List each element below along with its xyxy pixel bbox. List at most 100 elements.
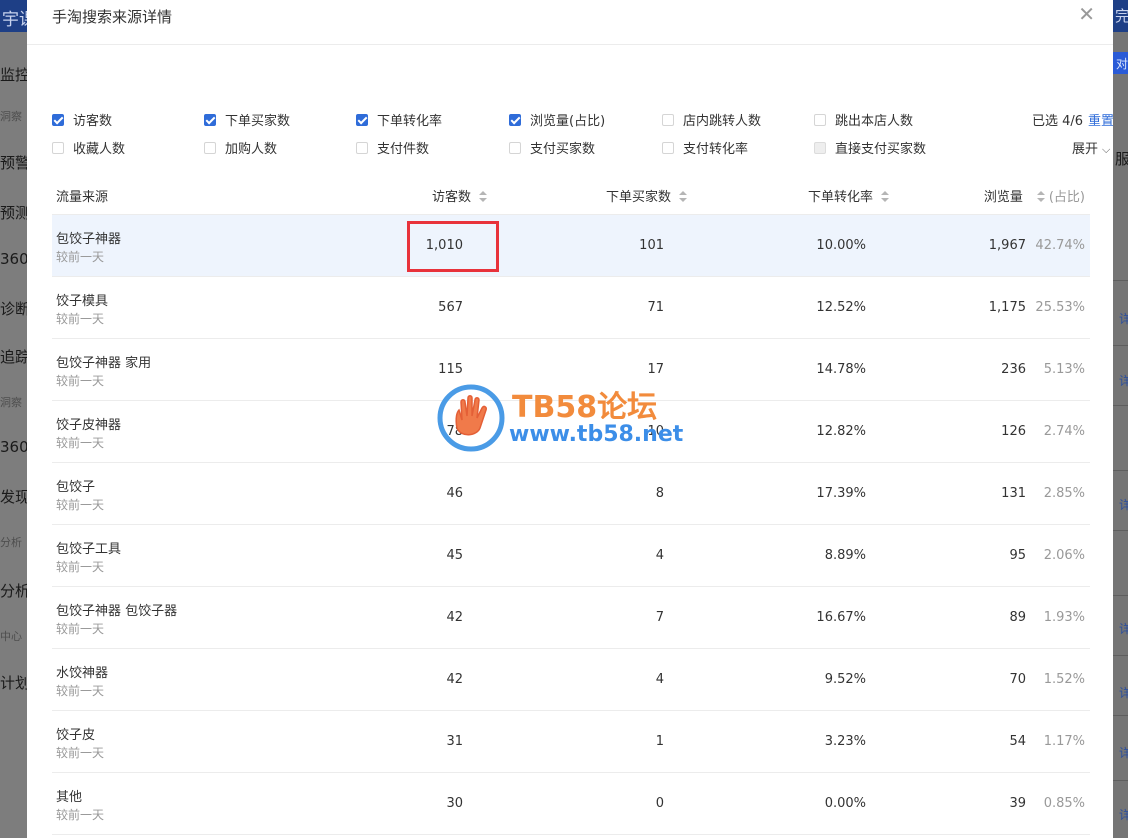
views-value: 89 [1009, 610, 1026, 625]
metric-checkbox-item[interactable]: 下单买家数 [204, 110, 290, 129]
compare-label: 较前一天 [56, 684, 105, 698]
sort-icon[interactable] [679, 191, 687, 203]
views-value: 39 [1009, 796, 1026, 811]
buyers-value: 4 [655, 548, 664, 563]
views-share-value: 2.85% [1043, 486, 1085, 501]
background-right-link: 详 [1119, 312, 1128, 326]
views-value: 236 [1001, 362, 1026, 377]
metric-label: 支付买家数 [530, 142, 596, 157]
views-share-value: 25.53% [1035, 300, 1085, 315]
table-row: 饺子模具 较前一天 567 71 12.52% 1,175 25.53% [52, 277, 1090, 339]
conversion-rate-value: 9.52% [824, 672, 866, 687]
compare-label: 较前一天 [56, 808, 105, 822]
metric-selector: 访客数 下单买家数 下单转化率 浏览量(占比) 店内跳转人数 跳出本店人数收藏人数 加购人数… [52, 108, 1113, 158]
checkbox-checked-icon[interactable] [509, 113, 521, 126]
background-left-nav: 宇课 监控 洞察 预警 预测 360 诊断 追踪 洞察 360 发现 分析 分析 中心 计划 [0, 0, 36, 838]
background-right-button-label: 对 [1116, 57, 1128, 71]
metric-checkbox-item[interactable]: 支付转化率 [662, 138, 748, 157]
header-rate[interactable]: 下单转化率 [808, 186, 889, 205]
metric-label: 下单转化率 [377, 114, 443, 129]
metric-checkbox-item[interactable]: 跳出本店人数 [814, 110, 913, 129]
modal-header: 手淘搜索来源详情 ✕ [27, 0, 1113, 45]
background-right-topbar-text: 完 [1115, 7, 1128, 25]
source-keyword: 饺子模具 [56, 294, 109, 309]
header-views[interactable]: 浏览量 (占比) [984, 186, 1085, 205]
buyers-value: 7 [655, 610, 664, 625]
checkbox-checked-icon[interactable] [204, 113, 216, 126]
source-keyword: 饺子皮 [56, 728, 96, 743]
views-share-value: 1.52% [1043, 672, 1085, 687]
background-right-divider [1113, 595, 1128, 596]
conversion-rate-value: 10.00% [816, 238, 866, 253]
checkbox-icon[interactable] [52, 141, 64, 154]
highlight-annotation-box [407, 221, 499, 272]
source-keyword: 其他 [56, 790, 83, 805]
views-share-value: 1.17% [1043, 734, 1085, 749]
conversion-rate-value: 12.52% [816, 300, 866, 315]
conversion-rate-value: 12.82% [816, 424, 866, 439]
views-share-value: 42.74% [1035, 238, 1085, 253]
conversion-rate-value: 17.39% [816, 486, 866, 501]
metric-checkbox-item[interactable]: 收藏人数 [52, 138, 125, 157]
views-value: 1,175 [988, 300, 1026, 315]
compare-label: 较前一天 [56, 374, 105, 388]
expand-button[interactable]: 展开 ⌵ [1072, 138, 1110, 157]
views-share-value: 2.74% [1043, 424, 1085, 439]
buyers-value: 8 [655, 486, 664, 501]
buyers-value: 10 [647, 424, 664, 439]
table-row: 饺子皮 较前一天 31 1 3.23% 54 1.17% [52, 711, 1090, 773]
source-table: 流量来源 访客数 下单买家数 下单转化率 浏览量 (占比) 包饺子神器较前一天 1,… [52, 174, 1090, 835]
checkbox-icon[interactable] [662, 141, 674, 154]
metric-checkbox-item[interactable]: 浏览量(占比) [509, 110, 605, 129]
header-views-label: 浏览量 [983, 190, 1023, 205]
checkbox-icon[interactable] [662, 113, 674, 126]
header-share-label: (占比) [1048, 190, 1085, 205]
expand-label: 展开 [1072, 142, 1099, 157]
conversion-rate-value: 0.00% [824, 796, 866, 811]
metric-checkbox-item[interactable]: 支付件数 [356, 138, 429, 157]
close-icon[interactable]: ✕ [1078, 4, 1095, 24]
visitors-value: 115 [438, 362, 463, 377]
metric-checkbox-item[interactable]: 下单转化率 [356, 110, 442, 129]
views-value: 131 [1001, 486, 1026, 501]
header-buyers[interactable]: 下单买家数 [606, 186, 687, 205]
source-keyword: 包饺子神器 包饺子器 [56, 604, 178, 619]
header-source: 流量来源 [56, 190, 109, 205]
table-row: 饺子皮神器 较前一天 78 10 12.82% 126 2.74% [52, 401, 1090, 463]
checkbox-icon[interactable] [204, 141, 216, 154]
background-right-divider [1113, 530, 1128, 531]
header-visitors[interactable]: 访客数 [432, 186, 487, 205]
source-keyword: 包饺子神器 家用 [56, 356, 152, 371]
visitors-value: 567 [438, 300, 463, 315]
metric-label: 支付转化率 [683, 142, 749, 157]
background-right-divider [1113, 655, 1128, 656]
background-right-divider [1113, 345, 1128, 346]
visitors-value: 46 [446, 486, 463, 501]
metric-checkbox-item[interactable]: 访客数 [52, 110, 112, 129]
reset-link[interactable]: 重置 [1088, 110, 1113, 129]
checkbox-icon[interactable] [356, 141, 368, 154]
visitors-value: 78 [446, 424, 463, 439]
sort-icon[interactable] [1036, 191, 1045, 203]
header-visitors-label: 访客数 [431, 190, 471, 205]
checkbox-checked-icon[interactable] [52, 113, 64, 126]
source-keyword: 包饺子工具 [56, 542, 122, 557]
background-right-link: 详 [1119, 498, 1128, 512]
conversion-rate-value: 16.67% [816, 610, 866, 625]
checkbox-icon[interactable] [814, 113, 826, 126]
checkbox-checked-icon[interactable] [356, 113, 368, 126]
compare-label: 较前一天 [56, 436, 105, 450]
sort-icon[interactable] [479, 191, 487, 203]
checkbox-icon[interactable] [509, 141, 521, 154]
sort-icon[interactable] [881, 191, 889, 203]
compare-label: 较前一天 [56, 560, 105, 574]
metric-checkbox-item[interactable]: 店内跳转人数 [662, 110, 761, 129]
background-left-item: 预警 [0, 154, 31, 172]
source-keyword: 包饺子神器 [56, 232, 122, 247]
metric-checkbox-item[interactable]: 支付买家数 [509, 138, 595, 157]
background-right-item: 服 [1115, 150, 1128, 168]
source-keyword: 水饺神器 [56, 666, 109, 681]
metric-checkbox-item[interactable]: 加购人数 [204, 138, 277, 157]
background-left-item: 发现 [0, 488, 31, 506]
table-row: 包饺子 较前一天 46 8 17.39% 131 2.85% [52, 463, 1090, 525]
